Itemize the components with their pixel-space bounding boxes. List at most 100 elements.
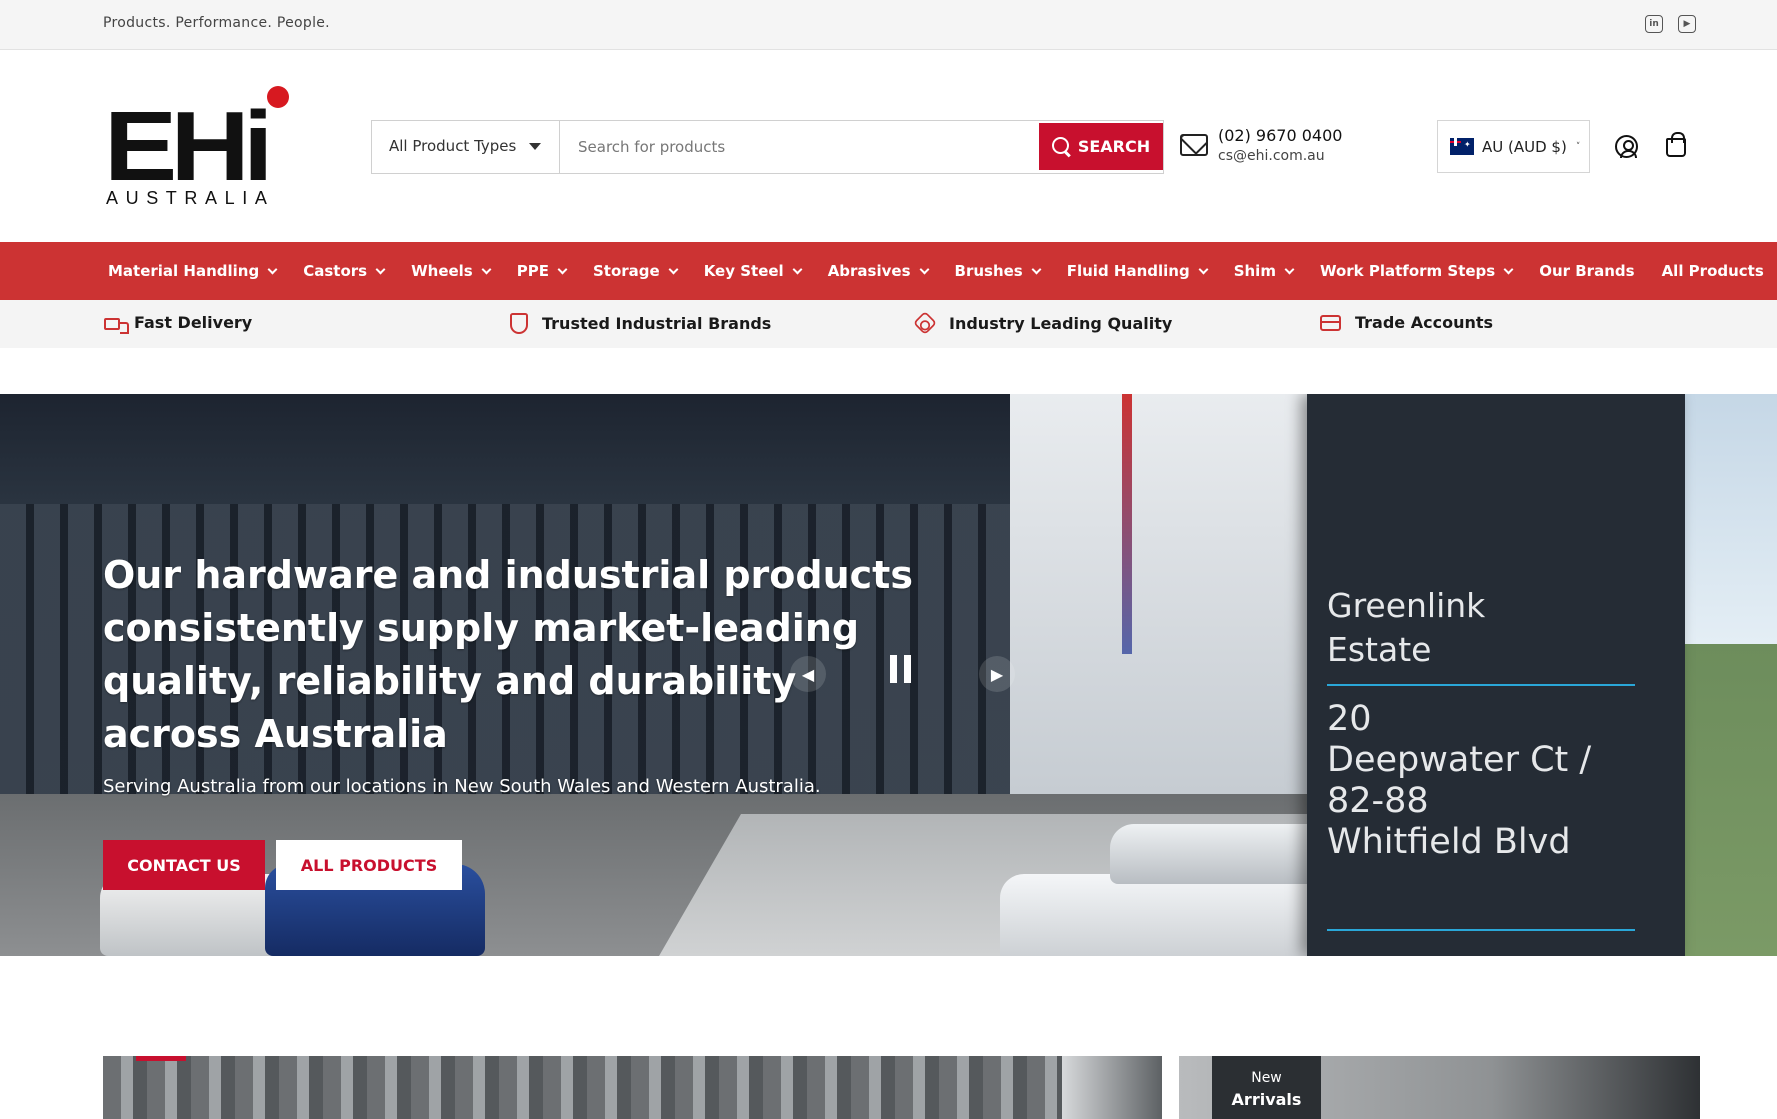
- nav-item-wheels[interactable]: Wheels: [411, 262, 492, 280]
- nav-item-label: PPE: [516, 262, 549, 280]
- truck-icon: [104, 317, 129, 334]
- nav-item-material-handling[interactable]: Material Handling: [108, 262, 278, 280]
- account-icon[interactable]: [1615, 135, 1638, 158]
- nav-item-abrasives[interactable]: Abrasives: [827, 262, 929, 280]
- nav-item-label: Brushes: [954, 262, 1023, 280]
- hero-car: [1110, 824, 1340, 884]
- hero-building-stripe: [1122, 394, 1132, 654]
- hero-banner: Greenlink Estate 20 Deepwater Ct / 82-88…: [0, 394, 1777, 956]
- new-arrivals-badge: New Arrivals: [1212, 1056, 1321, 1119]
- chevron-down-icon: [1031, 264, 1042, 274]
- sign-divider: [1327, 929, 1635, 931]
- hero-white-wall: [1010, 394, 1310, 794]
- nav-item-fluid-handling[interactable]: Fluid Handling: [1066, 262, 1209, 280]
- nav-item-our-brands[interactable]: Our Brands: [1539, 262, 1634, 280]
- sign-line: Deepwater Ct /: [1327, 740, 1592, 780]
- promo-tag: [136, 1056, 186, 1061]
- nav-item-brushes[interactable]: Brushes: [954, 262, 1042, 280]
- contact-us-button[interactable]: CONTACT US: [103, 840, 265, 890]
- sign-line: 82-88: [1327, 781, 1429, 821]
- chevron-down-icon: [919, 264, 929, 274]
- currency-selector[interactable]: AU (AUD $) ˅: [1437, 120, 1590, 173]
- nav-item-label: Fluid Handling: [1066, 262, 1190, 280]
- nav-item-key-steel[interactable]: Key Steel: [703, 262, 803, 280]
- hero-sky: [1680, 394, 1777, 644]
- product-type-select[interactable]: All Product Types: [372, 121, 560, 173]
- promo-image-wall: [1062, 1056, 1162, 1119]
- chevron-down-icon: ˅: [1575, 141, 1581, 152]
- nav-item-label: Key Steel: [703, 262, 784, 280]
- sign-address: 20 Deepwater Ct / 82-88 Whitfield Blvd: [1327, 699, 1591, 863]
- credit-card-icon: [1320, 314, 1341, 331]
- contact-info: (02) 9670 0400 cs@ehi.com.au: [1180, 126, 1380, 170]
- hero-subline: Serving Australia from our locations in …: [103, 776, 821, 797]
- nav-item-label: Our Brands: [1539, 262, 1635, 280]
- search-icon: [1051, 136, 1072, 157]
- features-strip: Fast Delivery Trusted Industrial Brands …: [0, 300, 1777, 348]
- phone-link[interactable]: (02) 9670 0400: [1218, 126, 1342, 145]
- sign-divider: [1327, 684, 1635, 686]
- cart-icon[interactable]: [1666, 132, 1686, 157]
- mail-icon: [1180, 134, 1208, 156]
- logo-dot: [267, 86, 289, 108]
- feature-label: Trade Accounts: [1355, 313, 1494, 332]
- badge-line: Arrivals: [1231, 1090, 1302, 1109]
- sign-line: Estate: [1327, 630, 1432, 669]
- nav-item-label: Material Handling: [108, 262, 260, 280]
- feature-label: Fast Delivery: [134, 313, 253, 332]
- feature-fast-delivery: Fast Delivery: [104, 313, 253, 334]
- caret-down-icon: [529, 143, 541, 150]
- site-header: EHi AUSTRALIA All Product Types SEARCH (…: [0, 50, 1777, 242]
- chevron-down-icon: [557, 264, 568, 274]
- search-button-label: SEARCH: [1077, 137, 1151, 156]
- hero-car: [1000, 874, 1320, 956]
- chevron-down-icon: [668, 264, 679, 274]
- next-slide-icon[interactable]: ▶: [979, 656, 1015, 692]
- chevron-down-icon: [375, 264, 386, 274]
- feature-quality: Industry Leading Quality: [912, 310, 1173, 336]
- nav-item-ppe[interactable]: PPE: [516, 262, 568, 280]
- logo-subtitle: AUSTRALIA: [106, 188, 275, 208]
- search-input[interactable]: [561, 121, 1039, 173]
- search-bar: All Product Types SEARCH: [371, 120, 1164, 174]
- chevron-down-icon: [1198, 264, 1209, 274]
- search-button[interactable]: SEARCH: [1039, 123, 1163, 170]
- quality-badge-icon: [912, 310, 938, 336]
- product-type-label: All Product Types: [389, 137, 517, 155]
- promo-card-new-arrivals[interactable]: New Arrivals: [1179, 1056, 1700, 1119]
- australia-flag-icon: [1450, 138, 1474, 155]
- feature-trusted-brands: Trusted Industrial Brands: [510, 313, 771, 334]
- email-link[interactable]: cs@ehi.com.au: [1218, 148, 1325, 164]
- tagline: Products. Performance. People.: [103, 15, 330, 31]
- ehi-logo[interactable]: EHi AUSTRALIA: [104, 86, 294, 208]
- sign-line: Whitfield Blvd: [1327, 822, 1571, 862]
- currency-label: AU (AUD $): [1482, 137, 1567, 156]
- feature-label: Trusted Industrial Brands: [542, 314, 772, 333]
- nav-item-label: Storage: [592, 262, 660, 280]
- nav-item-all-products[interactable]: All Products: [1662, 262, 1764, 280]
- main-nav: Material Handling Castors Wheels PPE Sto…: [0, 242, 1777, 300]
- sign-line: Greenlink: [1327, 586, 1486, 625]
- logo-letters: EHi: [104, 91, 274, 201]
- feature-trade-accounts: Trade Accounts: [1320, 313, 1493, 332]
- nav-item-label: Castors: [303, 262, 368, 280]
- nav-item-label: Work Platform Steps: [1319, 262, 1496, 280]
- hero-field: [1680, 644, 1777, 956]
- feature-label: Industry Leading Quality: [949, 313, 1173, 333]
- nav-item-label: Abrasives: [827, 262, 911, 280]
- nav-item-label: Shim: [1233, 262, 1276, 280]
- nav-item-castors[interactable]: Castors: [303, 262, 386, 280]
- nav-item-label: Wheels: [411, 262, 473, 280]
- linkedin-icon[interactable]: in: [1645, 15, 1663, 33]
- nav-item-storage[interactable]: Storage: [592, 262, 679, 280]
- nav-item-work-platform-steps[interactable]: Work Platform Steps: [1319, 262, 1514, 280]
- chevron-down-icon: [1503, 264, 1514, 274]
- all-products-button[interactable]: ALL PRODUCTS: [276, 840, 462, 890]
- youtube-icon[interactable]: ▶: [1678, 15, 1696, 33]
- shield-icon: [510, 313, 528, 334]
- sign-estate-name: Greenlink Estate: [1327, 584, 1485, 672]
- promo-card-warehouse[interactable]: [103, 1056, 1162, 1119]
- nav-item-shim[interactable]: Shim: [1233, 262, 1295, 280]
- chevron-down-icon: [267, 264, 278, 274]
- chevron-down-icon: [1284, 264, 1295, 274]
